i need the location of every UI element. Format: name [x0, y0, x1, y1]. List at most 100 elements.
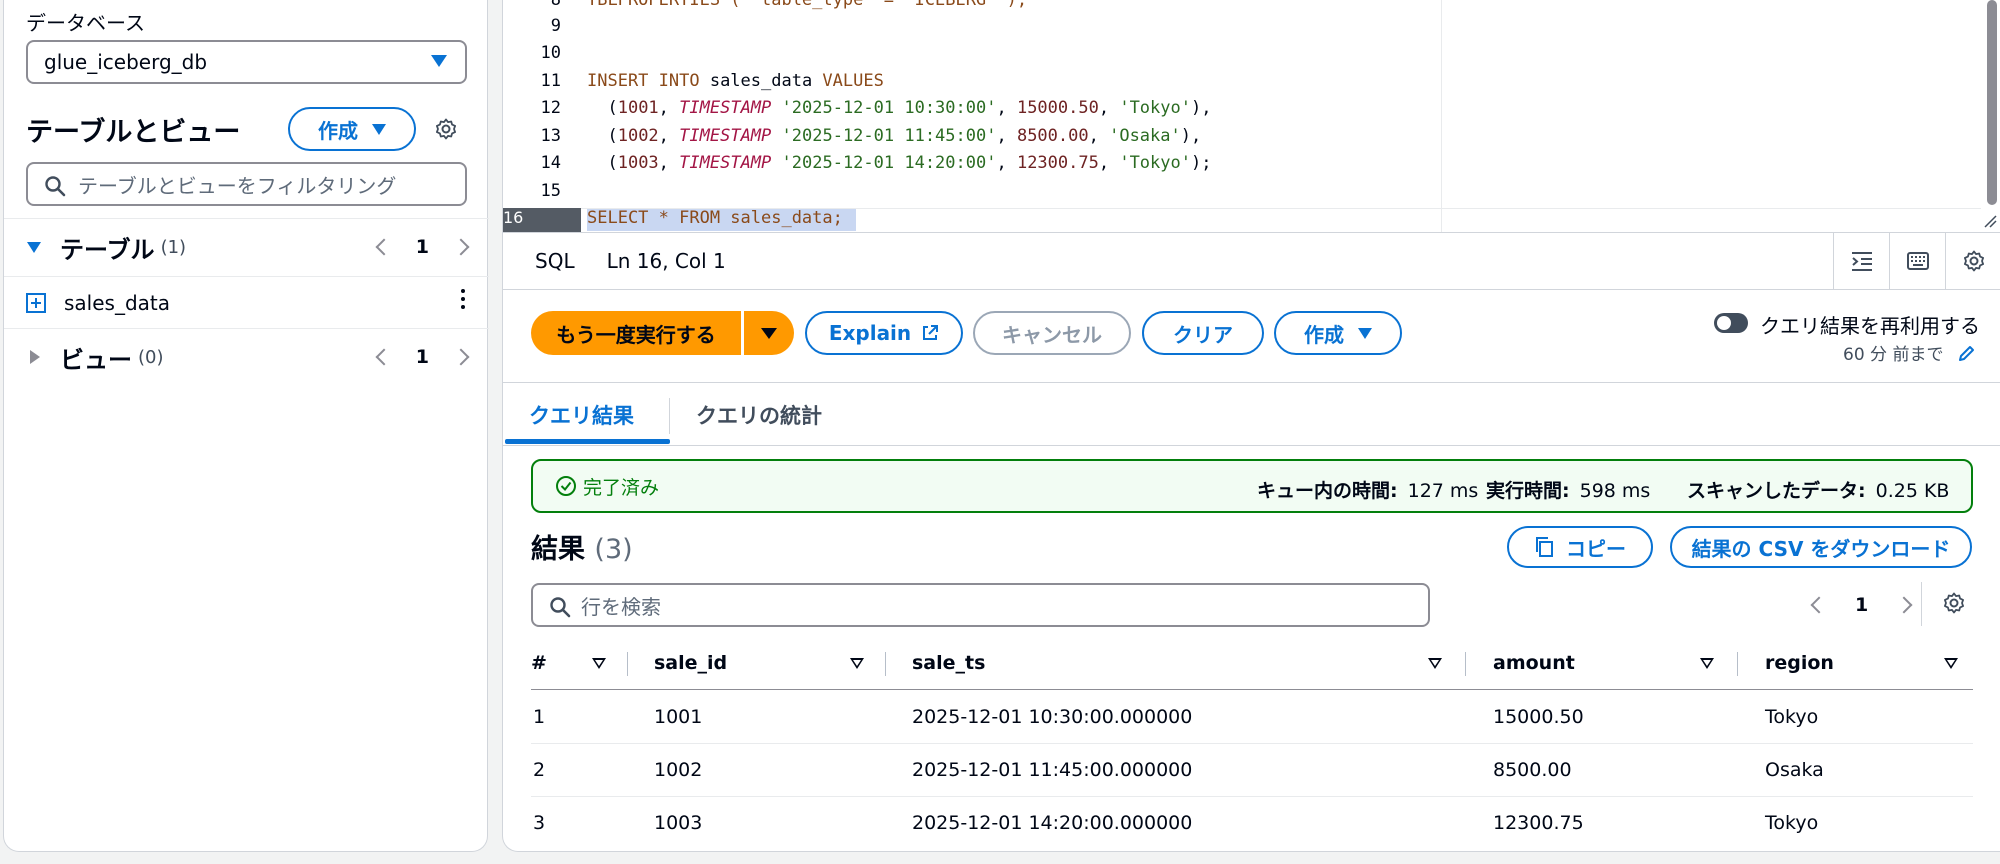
- cell-index: 2: [533, 759, 546, 781]
- divider: [4, 328, 489, 329]
- queue-time-value: 127 ms: [1407, 480, 1479, 502]
- code-line-16: SELECT * FROM sales_data;: [587, 208, 843, 228]
- table-name[interactable]: sales_data: [64, 291, 170, 315]
- status-text: 完了済み: [583, 476, 660, 499]
- database-select[interactable]: glue_iceberg_db: [26, 40, 467, 84]
- reuse-results-label: クエリ結果を再利用する: [1760, 314, 1980, 338]
- gear-icon[interactable]: [1942, 591, 1966, 615]
- line-number: 13: [540, 126, 561, 146]
- expand-plus-icon[interactable]: [26, 293, 46, 313]
- sort-icon[interactable]: [850, 658, 864, 669]
- column-header-sale-ts[interactable]: sale_ts: [912, 652, 985, 674]
- divider: [4, 218, 489, 219]
- code-string: 'Osaka': [1109, 126, 1181, 146]
- code-number: 15000.50: [1016, 98, 1099, 118]
- reuse-results-toggle[interactable]: [1714, 313, 1748, 333]
- results-page-number[interactable]: 1: [1855, 594, 1868, 616]
- column-header-region[interactable]: region: [1765, 652, 1834, 674]
- line-number: 15: [540, 181, 561, 201]
- download-csv-button[interactable]: 結果の CSV をダウンロード: [1670, 526, 1972, 568]
- code-line-14: (1003, TIMESTAMP '2025-12-01 14:20:00', …: [587, 153, 1212, 173]
- run-options-button[interactable]: [744, 311, 794, 355]
- chevron-right-icon[interactable]: [1895, 596, 1913, 614]
- chevron-left-icon[interactable]: [1810, 596, 1828, 614]
- tables-page-number[interactable]: 1: [416, 236, 429, 258]
- sort-icon[interactable]: [1944, 658, 1958, 669]
- views-section-label: ビュー: [60, 345, 132, 374]
- chevron-right-icon[interactable]: [452, 238, 470, 256]
- code-line-12: (1001, TIMESTAMP '2025-12-01 10:30:00', …: [587, 98, 1212, 118]
- column-separator[interactable]: [1737, 652, 1738, 676]
- table-filter-input[interactable]: テーブルとビューをフィルタリング: [26, 162, 467, 206]
- views-page-number[interactable]: 1: [416, 346, 429, 368]
- code-punct: );: [1190, 153, 1212, 173]
- clear-label: クリア: [1173, 322, 1233, 347]
- execution-time-label: 実行時間:: [1486, 480, 1570, 502]
- column-header-sale-id[interactable]: sale_id: [654, 652, 727, 674]
- line-number: 14: [540, 153, 561, 173]
- cell-sale-id: 1003: [654, 812, 703, 834]
- resize-handle-icon[interactable]: [1983, 214, 1997, 228]
- tables-section-header[interactable]: テーブル (1) 1: [26, 232, 470, 264]
- divider: [4, 276, 489, 277]
- code-string: '2025-12-01 11:45:00': [781, 126, 997, 146]
- cancel-button[interactable]: キャンセル: [973, 311, 1131, 355]
- sort-icon[interactable]: [592, 658, 606, 669]
- tables-section-label: テーブル: [60, 235, 155, 264]
- list-item-table[interactable]: sales_data: [26, 287, 467, 319]
- cell-sale-ts: 2025-12-01 10:30:00.000000: [912, 706, 1193, 728]
- cell-index: 3: [533, 812, 546, 834]
- sort-icon[interactable]: [1428, 658, 1442, 669]
- search-icon: [550, 597, 571, 618]
- chevron-right-icon[interactable]: [452, 348, 470, 366]
- tab-query-stats[interactable]: クエリの統計: [696, 400, 822, 430]
- run-again-button[interactable]: もう一度実行する: [531, 311, 741, 355]
- keyboard-button[interactable]: [1889, 233, 1945, 289]
- column-header-index[interactable]: #: [531, 652, 547, 674]
- line-number: 10: [540, 43, 561, 63]
- queue-time-label: キュー内の時間:: [1257, 480, 1398, 502]
- editor-status-bar: SQL Ln 16, Col 1: [503, 232, 2000, 290]
- column-header-amount[interactable]: amount: [1493, 652, 1575, 674]
- sort-icon[interactable]: [1700, 658, 1714, 669]
- column-separator[interactable]: [627, 652, 628, 676]
- more-options-icon[interactable]: [461, 289, 465, 309]
- clear-button[interactable]: クリア: [1142, 311, 1264, 355]
- format-button[interactable]: [1833, 233, 1889, 289]
- main-panel: 8 9 10 11 12 13 14 15 TBLPROPERTIES ( 't…: [502, 0, 2000, 852]
- pencil-icon[interactable]: [1957, 343, 1977, 363]
- editor-scrollbar[interactable]: [1987, 0, 1997, 205]
- code-text: TBLPROPERTIES ( 'table_type' = 'ICEBERG'…: [587, 0, 1028, 10]
- editor-toolbar: [1833, 233, 2000, 289]
- copy-button[interactable]: コピー: [1507, 526, 1653, 568]
- sidebar-panel: データベース glue_iceberg_db テーブルとビュー 作成 テーブルと…: [3, 0, 489, 852]
- create-button[interactable]: 作成: [1274, 311, 1402, 355]
- line-number: 8: [550, 0, 561, 10]
- create-table-button[interactable]: 作成: [288, 107, 416, 151]
- chevron-left-icon[interactable]: [375, 348, 393, 366]
- editor-settings-button[interactable]: [1945, 233, 2000, 289]
- row-search-input[interactable]: 行を検索: [531, 583, 1430, 627]
- external-link-icon: [923, 325, 939, 340]
- caret-down-icon: [372, 123, 386, 135]
- sql-keyword: TIMESTAMP: [679, 126, 772, 146]
- sql-editor[interactable]: 8 9 10 11 12 13 14 15 TBLPROPERTIES ( 't…: [503, 0, 2000, 232]
- database-label: データベース: [26, 11, 145, 35]
- line-number: 16: [503, 208, 524, 227]
- code-number: 1001: [617, 98, 659, 118]
- editor-language: SQL: [535, 249, 575, 273]
- line-number: 9: [550, 16, 561, 36]
- results-pager: 1: [1810, 590, 1913, 620]
- tab-query-results[interactable]: クエリ結果: [529, 400, 634, 430]
- explain-button[interactable]: Explain: [805, 311, 963, 355]
- chevron-left-icon[interactable]: [375, 238, 393, 256]
- column-separator[interactable]: [885, 652, 886, 676]
- cell-sale-id: 1002: [654, 759, 703, 781]
- download-csv-label: 結果の CSV をダウンロード: [1691, 536, 1951, 561]
- column-separator[interactable]: [1465, 652, 1466, 676]
- tables-views-title: テーブルとビュー: [26, 117, 241, 148]
- views-section-header[interactable]: ビュー (0) 1: [26, 342, 470, 374]
- gear-icon[interactable]: [434, 117, 458, 141]
- results-title-text: 結果: [531, 534, 585, 565]
- queue-time: キュー内の時間: 127 ms: [1257, 476, 1478, 503]
